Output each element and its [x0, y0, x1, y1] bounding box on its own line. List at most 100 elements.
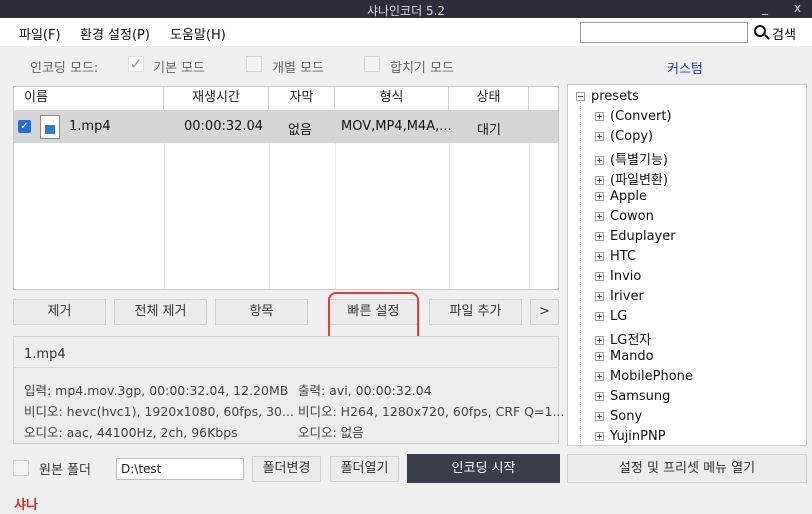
column-divider [335, 143, 336, 289]
window-title: 샤나인코더 5.2 [366, 4, 446, 18]
info-audio-in: 오디오: aac, 44100Hz, 2ch, 96Kbps [24, 425, 238, 440]
video-file-icon [40, 115, 60, 139]
column-header-duration[interactable]: 재생시간 [164, 87, 269, 111]
tree-item[interactable]: LG전자 [595, 329, 651, 348]
tree-root[interactable]: presets [576, 89, 639, 104]
open-folder-button[interactable]: 폴더열기 [330, 456, 399, 482]
tree-item[interactable]: Cowon [595, 209, 654, 224]
minimize-button[interactable]: _ [762, 1, 768, 15]
column-header-subtitle[interactable]: 자막 [269, 87, 335, 111]
info-video-in: 비디오: hevc(hvc1), 1920x1080, 60fps, 30... [24, 404, 294, 419]
tree-item-label: LG전자 [610, 333, 652, 348]
expand-icon[interactable] [595, 176, 604, 185]
tree-item-label: Cowon [610, 209, 654, 224]
cell-duration: 00:00:32.04 [184, 119, 264, 134]
tree-item[interactable]: (파일변환) [595, 169, 668, 188]
column-header-extra [529, 87, 558, 111]
expand-icon[interactable] [595, 432, 604, 441]
tree-item-label: (특별기능) [610, 153, 668, 168]
tree-item[interactable]: Mando [595, 349, 654, 364]
collapse-icon[interactable] [576, 92, 585, 101]
remove-button[interactable]: 제거 [13, 299, 106, 325]
tree-item-label: MobilePhone [610, 369, 693, 384]
tree-item-label: (Convert) [610, 109, 672, 124]
tree-item[interactable]: Iriver [595, 289, 644, 304]
remove-all-button[interactable]: 전체 제거 [114, 299, 207, 325]
tree-item-label: Iriver [610, 289, 644, 304]
menu-help[interactable]: 도움말(H) [170, 24, 226, 43]
tree-item[interactable]: Apple [595, 189, 647, 204]
column-divider [164, 143, 165, 289]
expand-icon[interactable] [595, 192, 604, 201]
tree-item-label: Eduplayer [610, 229, 676, 244]
expand-icon[interactable] [595, 312, 604, 321]
column-header-format[interactable]: 형식 [335, 87, 449, 111]
expand-icon[interactable] [595, 232, 604, 241]
expand-icon[interactable] [595, 336, 604, 345]
tree-item[interactable]: Eduplayer [595, 229, 676, 244]
tree-item[interactable]: MobilePhone [595, 369, 693, 384]
table-row[interactable]: ✓ 1.mp4 00:00:32.04 없음 MOV,MP4,M4A,... 대… [14, 111, 558, 143]
original-folder-checkbox[interactable] [13, 460, 29, 476]
tree-item[interactable]: HTC [595, 249, 636, 264]
tree-item[interactable]: (특별기능) [595, 149, 668, 168]
tree-item-label: (파일변환) [610, 173, 668, 188]
column-header-status[interactable]: 상태 [449, 87, 529, 111]
info-divider [14, 367, 558, 368]
expand-icon[interactable] [595, 252, 604, 261]
tree-item[interactable]: (Convert) [595, 109, 672, 124]
file-table: 이름 재생시간 자막 형식 상태 ✓ 1.mp4 00:00:32.04 없음 … [13, 86, 559, 290]
individual-mode-checkbox[interactable] [246, 56, 262, 72]
merge-mode-label[interactable]: 합치기 모드 [390, 57, 454, 76]
tree-item[interactable]: LG [595, 309, 627, 324]
tree-item-label: Invio [610, 269, 642, 284]
column-divider [449, 143, 450, 289]
merge-mode-checkbox[interactable] [364, 56, 380, 72]
expand-icon[interactable] [595, 212, 604, 221]
change-folder-button[interactable]: 폴더변경 [252, 456, 321, 482]
menu-settings[interactable]: 환경 설정(P) [80, 24, 150, 43]
start-encoding-button[interactable]: 인코딩 시작 [407, 454, 560, 483]
tree-guide-line [580, 98, 581, 443]
cell-format: MOV,MP4,M4A,... [341, 119, 452, 134]
tree-item[interactable]: Sony [595, 409, 642, 424]
row-checkbox[interactable]: ✓ [18, 120, 31, 133]
info-filename: 1.mp4 [24, 347, 66, 362]
search-icon[interactable] [754, 25, 766, 37]
search-input[interactable] [580, 22, 748, 43]
column-header-name[interactable]: 이름 [14, 87, 164, 111]
original-folder-label[interactable]: 원본 폴더 [39, 459, 91, 478]
preset-menu-button[interactable]: 설정 및 프리셋 메뉴 열기 [567, 454, 807, 483]
menu-file[interactable]: 파일(F) [19, 24, 61, 43]
cell-status: 대기 [477, 123, 501, 138]
tree-item[interactable]: YujinPNP [595, 429, 666, 444]
tree-item-label: (Copy) [610, 129, 654, 144]
output-path-input[interactable]: D:\test [116, 458, 244, 480]
expand-icon[interactable] [595, 292, 604, 301]
expand-icon[interactable] [595, 272, 604, 281]
more-button[interactable]: > [530, 299, 559, 325]
individual-mode-label[interactable]: 개별 모드 [272, 57, 324, 76]
search-button[interactable]: 검색 [772, 24, 796, 43]
tree-item[interactable]: Invio [595, 269, 641, 284]
tree-item-label: Apple [610, 189, 648, 204]
tree-item[interactable]: (Copy) [595, 129, 653, 144]
tree-item[interactable]: Samsung [595, 389, 670, 404]
expand-icon[interactable] [595, 132, 604, 141]
expand-icon[interactable] [595, 392, 604, 401]
expand-icon[interactable] [595, 372, 604, 381]
tree-item-label: Samsung [610, 389, 671, 404]
encoding-mode-label: 인코딩 모드: [30, 61, 99, 76]
basic-mode-checkbox[interactable]: ✓ [128, 56, 144, 72]
expand-icon[interactable] [595, 156, 604, 165]
tree-item-label: LG [610, 309, 628, 324]
title-bar: 샤나인코더 5.2 _ x [0, 0, 812, 18]
close-button[interactable]: x [794, 1, 801, 15]
expand-icon[interactable] [595, 352, 604, 361]
expand-icon[interactable] [595, 412, 604, 421]
expand-icon[interactable] [595, 112, 604, 121]
items-button[interactable]: 항목 [215, 299, 308, 325]
basic-mode-label[interactable]: 기본 모드 [153, 57, 205, 76]
add-file-button[interactable]: 파일 추가 [429, 299, 522, 325]
custom-link[interactable]: 커스텀 [667, 58, 703, 77]
